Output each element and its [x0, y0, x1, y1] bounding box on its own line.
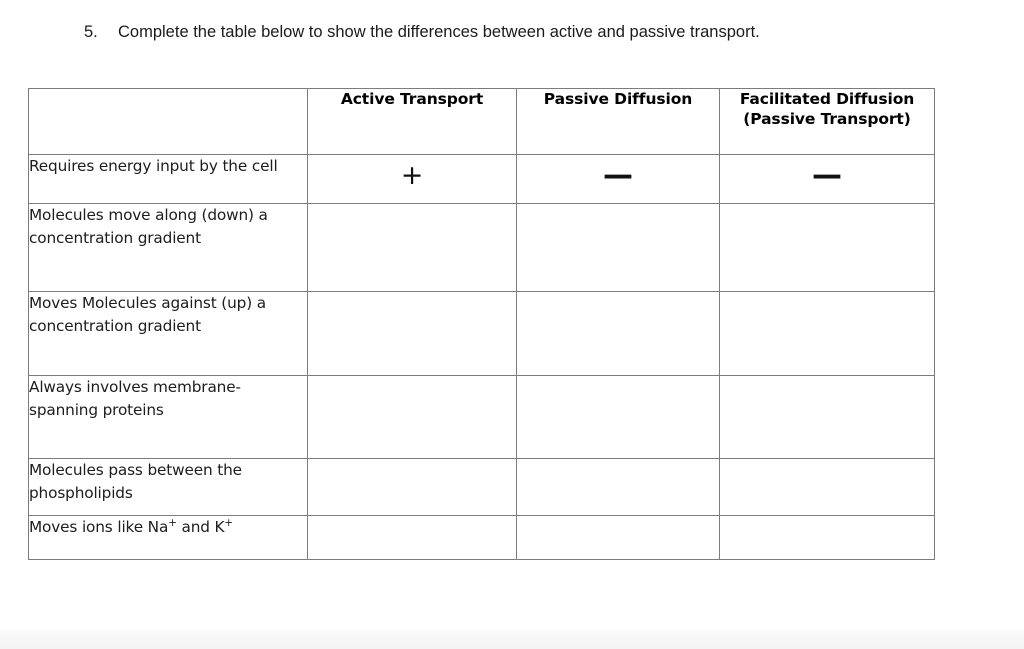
table-header-row: Active Transport Passive Diffusion Facil… — [28, 88, 935, 155]
cell-pass-between-phospholipids-facilitated-diffusion[interactable] — [719, 458, 935, 516]
cell-moves-against-gradient-passive-diffusion[interactable] — [516, 291, 720, 376]
superscript-plus-potassium: + — [224, 516, 233, 529]
table-row: Molecules move along (down) a concentrat… — [28, 203, 935, 292]
table-row: Requires energy input by the cell + — — — [28, 154, 935, 204]
cell-move-along-gradient-active-transport[interactable] — [307, 203, 517, 292]
column-header-facilitated-diffusion-line1: Facilitated Diffusion — [739, 90, 915, 108]
table-row: Moves ions like Na+ and K+ — [28, 515, 935, 560]
cell-move-along-gradient-facilitated-diffusion[interactable] — [719, 203, 935, 292]
cell-moves-against-gradient-active-transport[interactable] — [307, 291, 517, 376]
cell-requires-energy-passive-diffusion[interactable]: — — [516, 154, 720, 204]
cell-move-along-gradient-passive-diffusion[interactable] — [516, 203, 720, 292]
table-header: Active Transport Passive Diffusion Facil… — [28, 88, 935, 155]
cell-moves-ions-facilitated-diffusion[interactable] — [719, 515, 935, 560]
question-prompt: 5. Complete the table below to show the … — [84, 19, 904, 45]
column-header-facilitated-diffusion: Facilitated Diffusion (Passive Transport… — [719, 88, 935, 155]
superscript-plus-sodium: + — [168, 516, 177, 529]
mark-minus: — — [603, 158, 633, 193]
mark-plus: + — [400, 160, 424, 191]
row-label-moves-ions-prefix: Moves ions like Na — [29, 518, 169, 536]
table-corner-header — [28, 88, 308, 155]
column-header-facilitated-diffusion-line2: (Passive Transport) — [743, 110, 911, 128]
page-bottom-edge — [0, 627, 1024, 649]
table-row: Moves Molecules against (up) a concentra… — [28, 291, 935, 376]
cell-membrane-spanning-proteins-active-transport[interactable] — [307, 375, 517, 459]
row-label-membrane-spanning-proteins: Always involves membrane-spanning protei… — [28, 375, 308, 459]
cell-moves-ions-active-transport[interactable] — [307, 515, 517, 560]
row-label-moves-ions: Moves ions like Na+ and K+ — [28, 515, 308, 560]
row-label-pass-between-phospholipids: Molecules pass between the phospholipids — [28, 458, 308, 516]
cell-moves-against-gradient-facilitated-diffusion[interactable] — [719, 291, 935, 376]
table-row: Always involves membrane-spanning protei… — [28, 375, 935, 459]
cell-pass-between-phospholipids-passive-diffusion[interactable] — [516, 458, 720, 516]
transport-comparison-table: Active Transport Passive Diffusion Facil… — [28, 88, 935, 560]
table-body: Requires energy input by the cell + — — … — [28, 154, 935, 560]
table-row: Molecules pass between the phospholipids — [28, 458, 935, 516]
row-label-moves-ions-middle: and K — [176, 518, 225, 536]
cell-pass-between-phospholipids-active-transport[interactable] — [307, 458, 517, 516]
cell-membrane-spanning-proteins-facilitated-diffusion[interactable] — [719, 375, 935, 459]
cell-requires-energy-active-transport[interactable]: + — [307, 154, 517, 204]
cell-moves-ions-passive-diffusion[interactable] — [516, 515, 720, 560]
mark-minus: — — [812, 158, 842, 193]
row-label-moves-against-gradient: Moves Molecules against (up) a concentra… — [28, 291, 308, 376]
cell-membrane-spanning-proteins-passive-diffusion[interactable] — [516, 375, 720, 459]
question-number: 5. — [84, 23, 98, 41]
row-label-move-along-gradient: Molecules move along (down) a concentrat… — [28, 203, 308, 292]
column-header-passive-diffusion: Passive Diffusion — [516, 88, 720, 155]
question-text: Complete the table below to show the dif… — [118, 23, 760, 41]
column-header-active-transport: Active Transport — [307, 88, 517, 155]
row-label-requires-energy: Requires energy input by the cell — [28, 154, 308, 204]
cell-requires-energy-facilitated-diffusion[interactable]: — — [719, 154, 935, 204]
